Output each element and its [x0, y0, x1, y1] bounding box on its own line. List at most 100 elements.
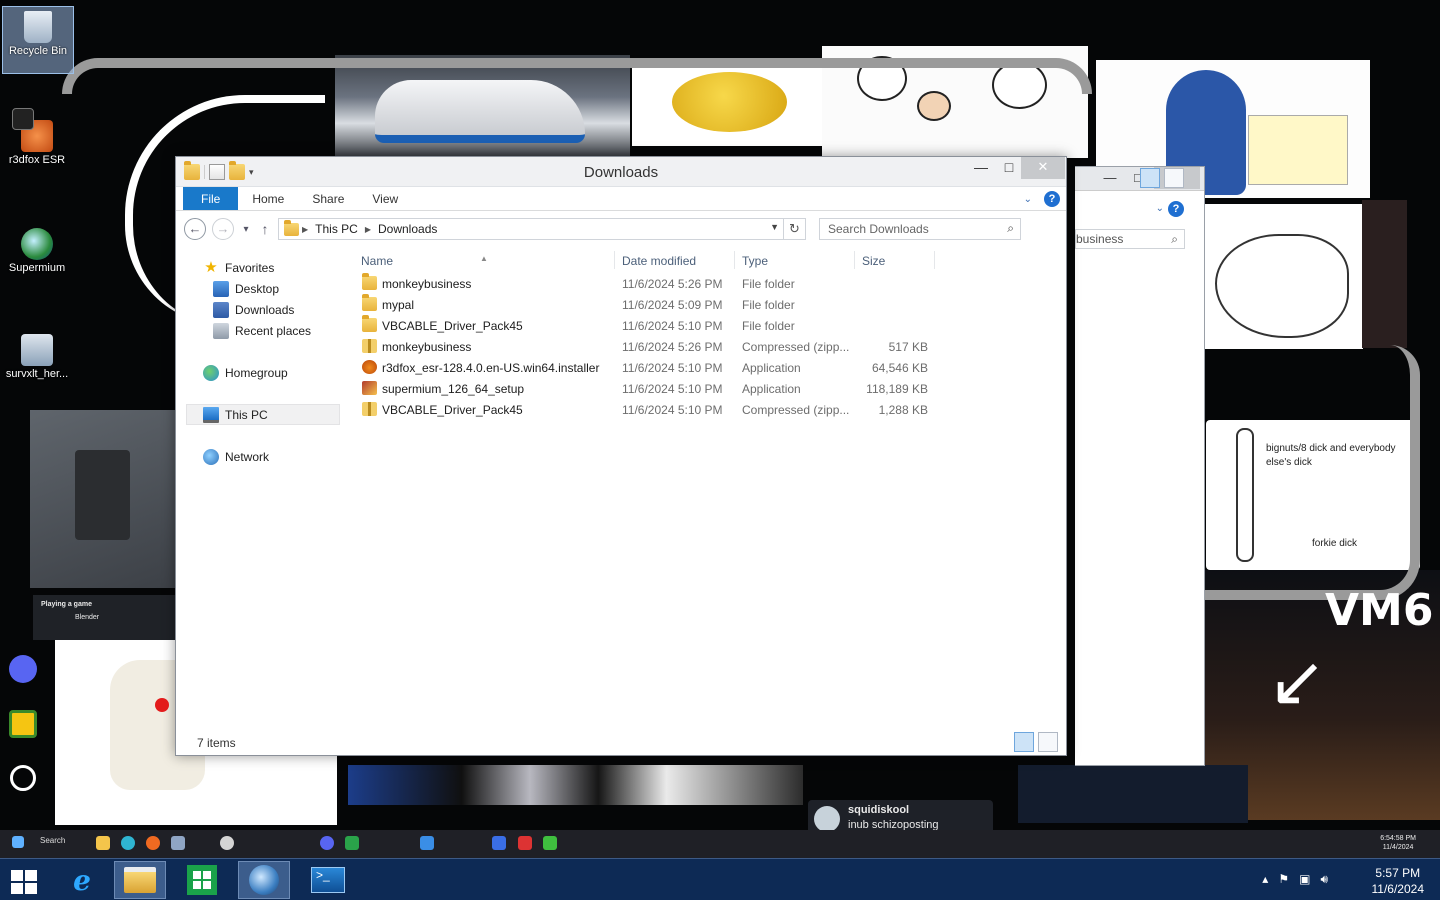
epic-desktop-icon[interactable]	[0, 108, 58, 132]
file-size: 64,546 KB	[871, 361, 928, 375]
column-divider[interactable]	[734, 251, 735, 269]
breadcrumb-downloads[interactable]: Downloads	[374, 222, 441, 236]
nav-recent-label: Recent places	[235, 323, 312, 338]
file-name: VBCABLE_Driver_Pack45	[382, 319, 523, 333]
help-icon[interactable]: ?	[1044, 191, 1060, 207]
breadcrumb-separator-icon[interactable]: ▶	[362, 225, 374, 234]
nav-network[interactable]: Network	[176, 446, 346, 467]
discord-desktop-icon[interactable]	[0, 655, 58, 685]
address-dropdown-icon[interactable]: ▼	[770, 222, 779, 232]
taskbar-file-explorer[interactable]	[114, 861, 166, 899]
breadcrumb-this-pc[interactable]: This PC	[311, 222, 362, 236]
file-type: File folder	[742, 298, 795, 312]
address-bar[interactable]: ▶ This PC ▶ Downloads ▼ ↻	[278, 218, 806, 240]
background-search-text: business	[1076, 232, 1124, 246]
file-date: 11/6/2024 5:26 PM	[622, 340, 723, 354]
discord-playing-card: Playing a game Blender	[33, 595, 178, 640]
explorer-window[interactable]: ▾ Downloads — □ ✕ File Home Share View ⌄…	[175, 156, 1067, 756]
recent-locations-dropdown-icon[interactable]: ▾	[240, 224, 252, 235]
nav-favorites[interactable]: ★ Favorites	[176, 257, 346, 278]
supermium-desktop-icon[interactable]: Supermium	[2, 228, 72, 274]
nav-downloads-label: Downloads	[235, 302, 295, 317]
file-type: Compressed (zipp...	[742, 403, 850, 417]
table-row[interactable]: VBCABLE_Driver_Pack45 11/6/2024 5:10 PM Co…	[354, 399, 1066, 420]
flag-icon[interactable]: ⚑	[1278, 872, 1289, 887]
expand-ribbon-chevron-icon[interactable]: ⌄	[1024, 194, 1032, 205]
background-explorer-window[interactable]: — □ ✕ ? ⌄ business ⌕	[1075, 166, 1205, 766]
nav-downloads[interactable]: Downloads	[176, 299, 346, 320]
file-rows: monkeybusiness 11/6/2024 5:26 PM File fold…	[354, 273, 1066, 420]
discord-icon	[9, 655, 37, 683]
address-row: ← → ▾ ↑ ▶ This PC ▶ Downloads ▼ ↻ Search…	[176, 211, 1066, 247]
taskbar-clock[interactable]: 5:57 PM 11/6/2024	[1372, 865, 1425, 897]
recycle-bin-desktop-icon[interactable]: Recycle Bin	[2, 6, 74, 74]
nav-desktop[interactable]: Desktop	[176, 278, 346, 299]
background-tiles-view-icon[interactable]	[1164, 168, 1184, 188]
wallpaper-roblox-image	[30, 410, 178, 588]
geometry-dash-icon	[9, 710, 37, 738]
survxlt-desktop-icon[interactable]: survxlt_her...	[2, 334, 72, 380]
details-view-icon[interactable]	[1014, 732, 1034, 752]
recent-places-icon	[213, 322, 229, 339]
file-name: r3dfox_esr-128.4.0.en-US.win64.installer	[382, 361, 600, 375]
up-button[interactable]: ↑	[258, 221, 272, 237]
large-icons-view-icon[interactable]	[1038, 732, 1058, 752]
navigation-pane: ★ Favorites Desktop Downloads Recent plac…	[176, 247, 346, 731]
tab-file[interactable]: File	[183, 187, 239, 210]
table-row[interactable]: supermium_126_64_setup 11/6/2024 5:10 PM A…	[354, 378, 1066, 399]
table-row[interactable]: VBCABLE_Driver_Pack45 11/6/2024 5:10 PM Fi…	[354, 315, 1066, 336]
column-name[interactable]: Name	[361, 254, 393, 268]
network-tray-icon[interactable]: ▣	[1299, 872, 1310, 887]
table-row[interactable]: monkeybusiness 11/6/2024 5:26 PM File fold…	[354, 273, 1066, 294]
nav-homegroup[interactable]: Homegroup	[176, 362, 346, 383]
ubisoft-desktop-icon[interactable]	[0, 765, 58, 793]
minimize-button[interactable]: —	[966, 157, 996, 179]
window-title: Downloads	[583, 164, 659, 181]
clock-time: 5:57 PM	[1375, 866, 1421, 880]
nav-network-label: Network	[225, 449, 270, 464]
start-button[interactable]	[0, 861, 48, 899]
taskbar-internet-explorer[interactable]: e	[56, 861, 108, 899]
column-divider[interactable]	[934, 251, 935, 269]
table-row[interactable]: monkeybusiness 11/6/2024 5:26 PM Compresse…	[354, 336, 1066, 357]
column-divider[interactable]	[614, 251, 615, 269]
taskbar-store[interactable]	[176, 861, 228, 899]
maximize-button[interactable]: □	[996, 157, 1022, 179]
taskbar-powershell[interactable]: >_	[302, 861, 354, 899]
column-divider[interactable]	[854, 251, 855, 269]
volume-icon[interactable]: 🔊︎	[1320, 872, 1328, 887]
gray-doodle-stroke	[62, 58, 1092, 94]
column-date-modified[interactable]: Date modified	[622, 254, 696, 268]
column-type[interactable]: Type	[742, 254, 768, 268]
file-date: 11/6/2024 5:09 PM	[622, 298, 723, 312]
back-button[interactable]: ←	[184, 218, 206, 240]
forward-button[interactable]: →	[212, 218, 234, 240]
tray-expand-icon[interactable]: ▴	[1262, 872, 1268, 887]
tab-view[interactable]: View	[358, 187, 412, 210]
table-row[interactable]: mypal 11/6/2024 5:09 PM File folder	[354, 294, 1066, 315]
geometry-dash-desktop-icon[interactable]	[0, 710, 58, 740]
tab-home[interactable]: Home	[238, 187, 298, 210]
vm-clock: 6:54:58 PM 11/4/2024	[1380, 834, 1416, 852]
background-minimize-button[interactable]: —	[1096, 167, 1124, 189]
item-count: 7 items	[197, 736, 236, 750]
taskbar-vm-app[interactable]	[238, 861, 290, 899]
tab-share[interactable]: Share	[298, 187, 358, 210]
vm-xbox-icon	[345, 836, 359, 850]
column-size[interactable]: Size	[862, 254, 885, 268]
background-details-view-icon[interactable]	[1140, 168, 1160, 188]
close-button[interactable]: ✕	[1021, 157, 1065, 179]
breadcrumb-separator-icon[interactable]: ▶	[299, 225, 311, 234]
window-titlebar[interactable]: ▾ Downloads — □ ✕	[176, 157, 1066, 187]
status-bar: 7 items	[176, 731, 1066, 755]
table-row[interactable]: r3dfox_esr-128.4.0.en-US.win64.installer…	[354, 357, 1066, 378]
arrow-doodle-icon: ↙	[1268, 640, 1327, 722]
refresh-button[interactable]: ↻	[783, 219, 805, 239]
nav-recent-places[interactable]: Recent places	[176, 320, 346, 341]
nav-this-pc[interactable]: This PC	[186, 404, 340, 425]
vm-discord-icon	[320, 836, 334, 850]
vm-app-icon	[543, 836, 557, 850]
search-input[interactable]: Search Downloads ⌕	[819, 218, 1021, 240]
